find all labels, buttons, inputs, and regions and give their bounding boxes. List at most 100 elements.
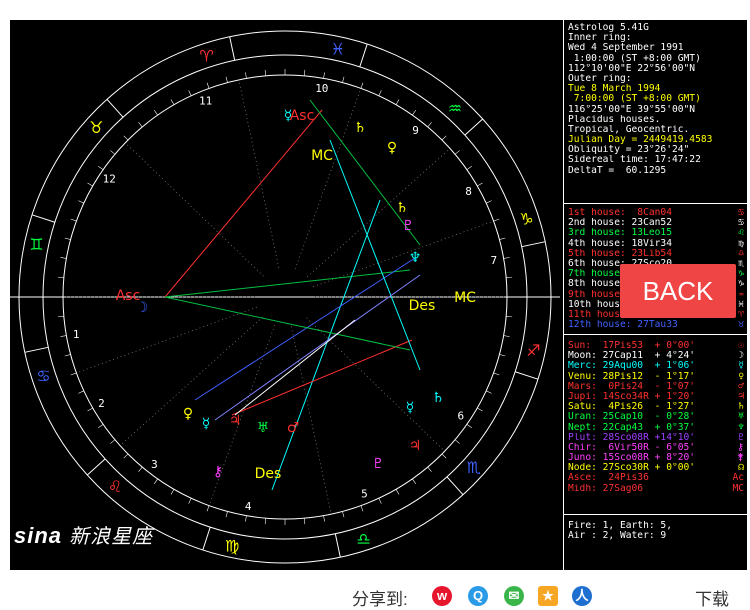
planets-line: Venu: 28Pis12 - 1°17' ♀ [568, 372, 746, 382]
degree-tick [378, 498, 382, 504]
sign-divider [521, 241, 546, 248]
sign-glyph-icon: ♍ [225, 536, 239, 555]
footer-text: Fire: 1, Earth: 5, [568, 521, 672, 531]
aspect-line [234, 319, 356, 416]
qzone-icon[interactable]: Q [468, 586, 488, 606]
degree-tick [454, 439, 460, 444]
degree-tick [264, 69, 266, 76]
sign-glyph-icon: ♉ [89, 118, 103, 137]
share-label: 分享到: [352, 590, 408, 609]
degree-tick [57, 316, 64, 318]
header-text: 116°25'00"E 39°55'00"N [568, 104, 696, 115]
wechat-icon[interactable]: ✉ [504, 586, 524, 606]
sign-glyph-icon: ♊ [29, 235, 43, 254]
houses-glyph-icon: ♌ [738, 228, 744, 239]
back-button[interactable]: BACK [620, 264, 736, 318]
degree-tick [60, 335, 67, 337]
renren-icon[interactable]: 人 [572, 586, 592, 606]
degree-tick [441, 453, 447, 459]
planets-text: Juno: 15Sco08R + 8°20' [568, 453, 696, 464]
degree-tick [304, 69, 306, 76]
sign-glyph-icon: ♋ [36, 366, 50, 385]
houses-text: 12th house: 27Tau33 [568, 320, 678, 331]
sign-divider [446, 476, 464, 496]
footer-line: Fire: 1, Earth: 5, [568, 521, 746, 531]
house-number: 1 [73, 328, 80, 341]
degree-tick [64, 237, 71, 240]
sign-glyph-icon: ♎ [356, 530, 370, 549]
planets-glyph-icon: ♅ [738, 412, 744, 423]
degree-tick [123, 453, 129, 459]
degree-tick [98, 165, 104, 170]
house-number: 12 [103, 172, 116, 185]
degree-tick [395, 99, 400, 105]
degree-tick [153, 110, 158, 116]
houses-glyph-icon: ♑ [738, 269, 744, 280]
planets-text: Node: 27Sco30R + 0°00' [568, 463, 696, 474]
degree-tick [60, 257, 67, 259]
planets-glyph-icon: ♂ [738, 381, 744, 392]
download-link[interactable]: 下载 [695, 585, 729, 610]
planet-glyph-icon: Asc [290, 108, 315, 124]
planets-glyph-icon: MC [732, 483, 744, 494]
degree-tick [395, 489, 400, 495]
planets-line: Satu: 4Pis26 - 1°27' ♄ [568, 402, 746, 412]
sign-glyph-icon: ♏ [467, 458, 481, 477]
planets-glyph-icon: ☉ [738, 341, 744, 351]
house-number: 7 [490, 254, 497, 267]
sign-glyph-icon: ♑ [519, 210, 533, 229]
sina-watermark: sina 新浪星座 [14, 520, 153, 549]
planets-glyph-icon: ☊ [738, 463, 744, 474]
planets-text: Nept: 22Cap43 + 0°37' [568, 422, 696, 433]
planets-text: Midh: 27Sag06 [568, 483, 644, 494]
degree-tick [206, 82, 210, 89]
sign-divider [24, 346, 49, 353]
degree-tick [342, 76, 345, 83]
planets-glyph-icon: ☿ [738, 361, 744, 372]
houses-text: 2nd house: 23Can52 [568, 218, 672, 229]
degree-tick [70, 372, 77, 376]
house-cusp-line [125, 142, 264, 277]
planet-glyph-icon: ♇ [402, 218, 415, 234]
sign-glyph-icon: ♌ [108, 477, 122, 496]
planets-text: Chir: 6Vir50R - 6°05' [568, 442, 696, 453]
header-line: Astrolog 5.41G [568, 23, 746, 33]
house-number: 3 [151, 458, 158, 471]
sign-divider [106, 98, 124, 118]
degree-tick [503, 335, 510, 337]
planets-line: Chir: 6Vir50R - 6°05' ⚷ [568, 443, 746, 453]
house-number: 6 [457, 410, 464, 423]
planets-glyph-icon: ☽ [738, 351, 744, 362]
planets-line: Asce: 24Pis36 Ac [568, 473, 746, 483]
header-text: Obliquity = 23°26'24" [568, 145, 690, 156]
weibo-icon[interactable]: w [432, 586, 452, 606]
header-line: Outer ring: [568, 74, 746, 84]
header-text: DeltaT = 60.1295 [568, 165, 667, 176]
degree-tick [378, 90, 382, 96]
planets-text: Satu: 4Pis26 - 1°27' [568, 402, 696, 413]
degree-tick [486, 390, 492, 394]
planet-glyph-icon: ♅ [257, 420, 270, 436]
degree-tick [477, 407, 483, 412]
degree-tick [78, 390, 84, 394]
header-line: Tropical, Geocentric. [568, 125, 746, 135]
degree-tick [188, 90, 192, 96]
degree-tick [454, 150, 460, 155]
degree-tick [170, 489, 175, 495]
degree-tick [412, 478, 417, 484]
degree-tick [225, 511, 228, 518]
houses-text: 4th house: 18Vir34 [568, 238, 672, 249]
degree-tick [323, 515, 325, 522]
favorite-star-icon[interactable]: ★ [538, 586, 558, 606]
sina-logo: sina [14, 523, 63, 548]
header-line: Inner ring: [568, 33, 746, 43]
degree-tick [138, 122, 143, 128]
planets-glyph-icon: ♇ [738, 432, 744, 443]
planets-line: Sun: 17Pis53 + 0°00' ☉ [568, 341, 746, 351]
planets-text: Sun: 17Pis53 + 0°00' [568, 341, 696, 351]
degree-tick [486, 200, 492, 204]
planet-glyph-icon: ☽ [136, 300, 149, 316]
planet-glyph-icon: MC [454, 290, 476, 306]
planets-line: Uran: 25Cap10 - 0°28' ♅ [568, 412, 746, 422]
planets-text: Mars: 0Pis24 - 1°07' [568, 381, 696, 392]
